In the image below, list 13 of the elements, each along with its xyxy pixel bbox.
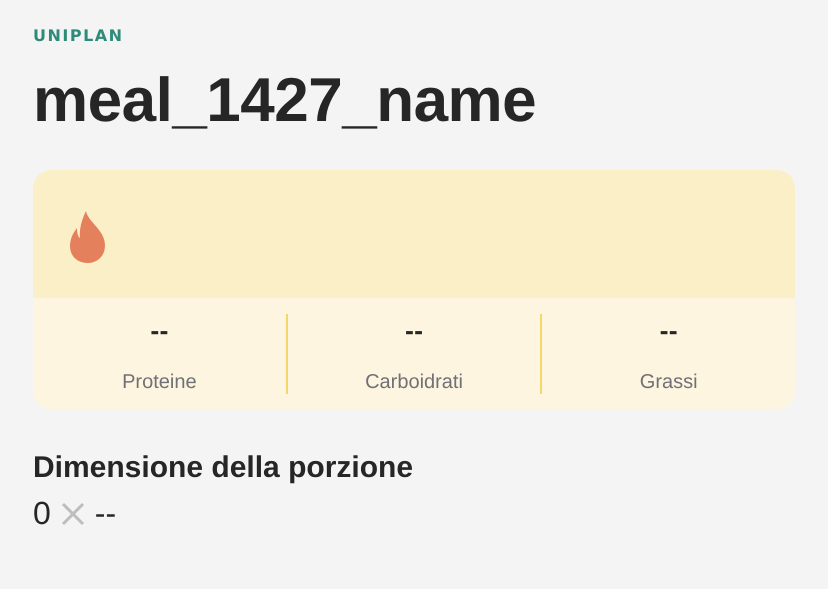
serving-unit: --: [94, 495, 116, 532]
flame-icon: [69, 211, 107, 263]
macro-label: Proteine: [122, 370, 197, 394]
serving-quantity: 0: [33, 495, 51, 532]
macro-value: --: [150, 320, 168, 344]
macro-label: Carboidrati: [365, 370, 463, 394]
meal-title: meal_1427_name: [33, 65, 538, 137]
macro-value: --: [404, 320, 424, 344]
brand-label: UNIPLAN: [33, 26, 125, 47]
section-heading: Dimensione della porzione: [33, 451, 414, 485]
macro-label: Grassi: [640, 370, 698, 394]
macro-value: --: [660, 320, 678, 344]
multiply-icon: [60, 502, 85, 526]
